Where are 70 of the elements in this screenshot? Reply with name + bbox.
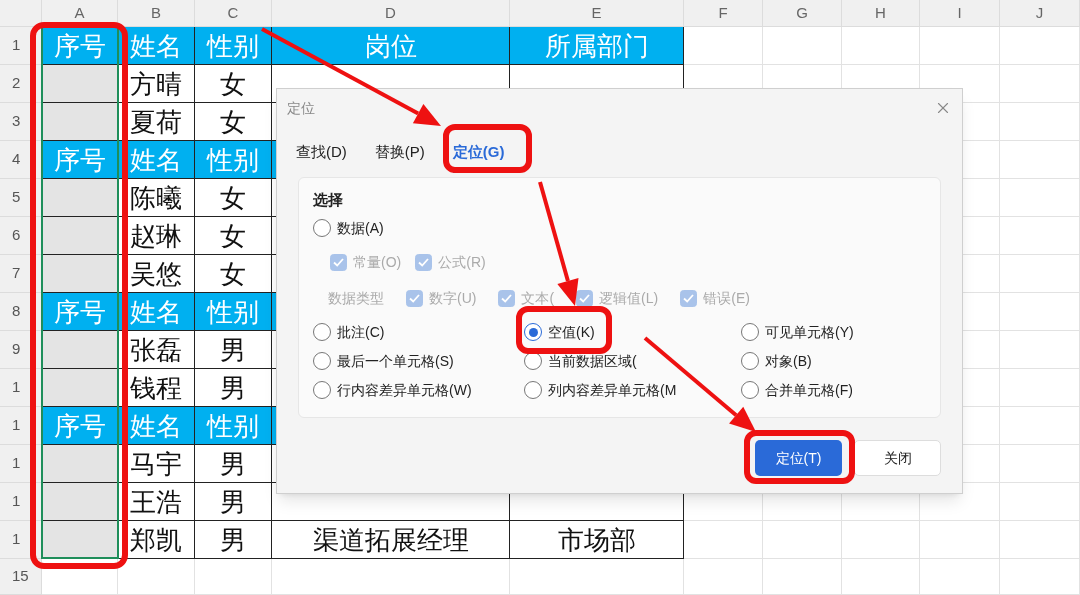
table-cell: 马宇 — [118, 445, 195, 483]
locate-button[interactable]: 定位(T) — [755, 440, 842, 476]
header-cell: 序号 — [42, 141, 118, 179]
table-cell: 张磊 — [118, 331, 195, 369]
table-cell: 陈曦 — [118, 179, 195, 217]
checkbox-label: 逻辑值(L) — [599, 288, 659, 308]
header-cell: 性别 — [195, 27, 272, 65]
column-header[interactable]: J — [1000, 0, 1080, 27]
radio-label: 当前数据区域( — [548, 351, 637, 371]
table-cell: 女 — [195, 103, 272, 141]
radio-label: 空值(K) — [548, 322, 595, 342]
header-cell: 岗位 — [272, 27, 510, 65]
header-cell: 所属部门 — [510, 27, 684, 65]
table-cell: 市场部 — [510, 521, 684, 559]
column-header[interactable]: G — [763, 0, 842, 27]
row-header[interactable]: 15 — [0, 559, 42, 595]
column-header[interactable]: F — [684, 0, 763, 27]
tab[interactable]: 查找(D) — [296, 135, 347, 173]
table-cell: 男 — [195, 445, 272, 483]
column-header[interactable]: B — [118, 0, 195, 27]
radio-label: 合并单元格(F) — [765, 380, 853, 400]
tab[interactable]: 替换(P) — [374, 135, 425, 173]
checkbox-label: 公式(R) — [438, 252, 486, 272]
header-cell: 性别 — [195, 141, 272, 179]
table-cell: 郑凯 — [118, 521, 195, 559]
header-cell: 序号 — [42, 293, 118, 331]
column-header[interactable]: C — [195, 0, 272, 27]
table-cell: 吴悠 — [118, 255, 195, 293]
checkbox-label: 错误(E) — [703, 288, 750, 308]
header-cell: 姓名 — [118, 27, 195, 65]
header-cell: 姓名 — [118, 141, 195, 179]
radio-label: 数据(A) — [337, 218, 384, 238]
column-header[interactable]: E — [510, 0, 684, 27]
radio-label: 对象(B) — [765, 351, 812, 371]
radio-label: 可见单元格(Y) — [765, 322, 854, 342]
radio-label: 最后一个单元格(S) — [337, 351, 454, 371]
table-cell: 渠道拓展经理 — [272, 521, 510, 559]
header-cell: 性别 — [195, 407, 272, 445]
table-cell: 男 — [195, 369, 272, 407]
checkbox-label: 常量(O) — [353, 252, 402, 272]
table-cell: 男 — [195, 331, 272, 369]
header-cell: 姓名 — [118, 407, 195, 445]
header-cell: 性别 — [195, 293, 272, 331]
radio-label: 行内容差异单元格(W) — [337, 380, 472, 400]
column-header[interactable]: H — [842, 0, 920, 27]
table-cell: 男 — [195, 483, 272, 521]
checkbox-label: 文本( — [521, 288, 555, 308]
table-cell: 钱程 — [118, 369, 195, 407]
tab[interactable]: 定位(G) — [452, 135, 505, 173]
checkbox-label: 数字(U) — [429, 288, 477, 308]
table-cell: 女 — [195, 255, 272, 293]
header-cell: 姓名 — [118, 293, 195, 331]
header-cell: 序号 — [42, 27, 118, 65]
table-cell: 女 — [195, 217, 272, 255]
column-header[interactable]: I — [920, 0, 1000, 27]
table-cell: 方晴 — [118, 65, 195, 103]
dialog-title: 定位 — [287, 98, 315, 118]
radio-label: 列内容差异单元格(M — [548, 380, 677, 400]
type-label: 数据类型 — [328, 288, 384, 308]
close-button[interactable]: 关闭 — [854, 440, 941, 476]
table-cell: 王浩 — [118, 483, 195, 521]
table-cell: 夏荷 — [118, 103, 195, 141]
header-cell: 序号 — [42, 407, 118, 445]
table-cell: 女 — [195, 65, 272, 103]
section-title: 选择 — [313, 190, 344, 210]
column-header[interactable]: D — [272, 0, 510, 27]
table-cell: 赵琳 — [118, 217, 195, 255]
radio-label: 批注(C) — [337, 322, 385, 342]
table-cell: 女 — [195, 179, 272, 217]
table-cell: 男 — [195, 521, 272, 559]
